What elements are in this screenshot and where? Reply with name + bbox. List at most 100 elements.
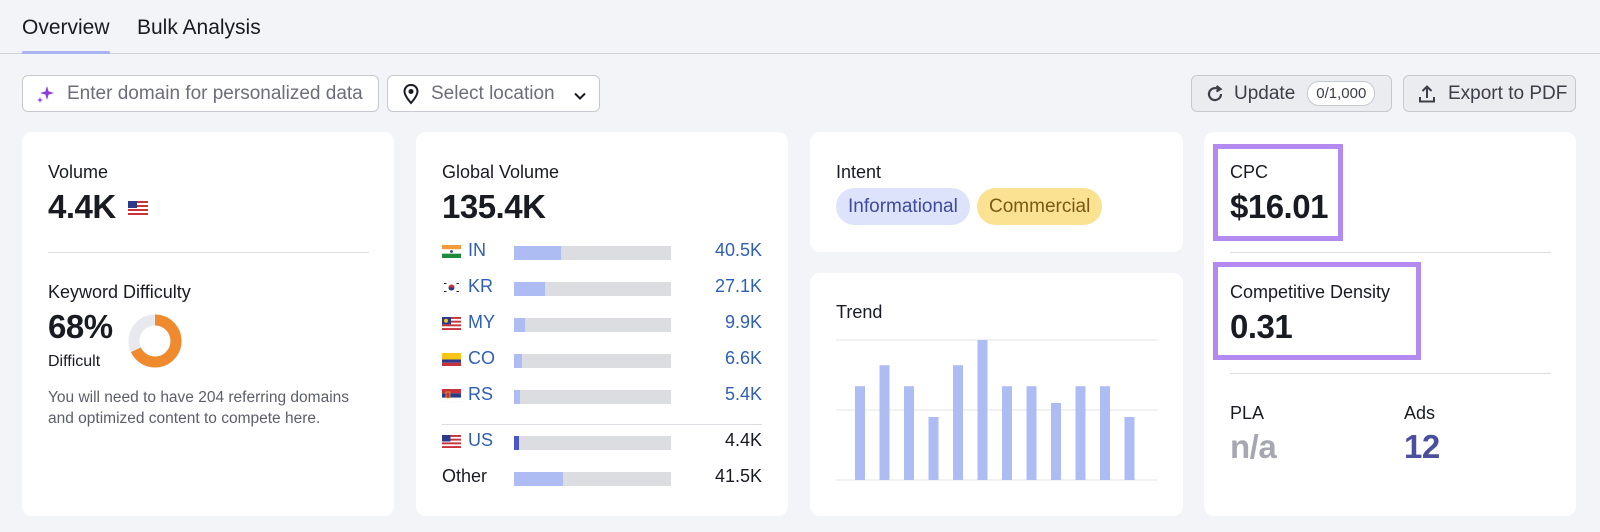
country-value: 40.5K [714, 240, 762, 260]
divider [1230, 252, 1551, 253]
chevron-down-icon [573, 87, 587, 101]
trend-card: Trend [810, 273, 1183, 516]
india-flag-icon [442, 245, 461, 258]
country-code: MY [468, 312, 495, 332]
volume-label: Volume [48, 162, 109, 182]
country-value: 9.9K [724, 312, 762, 332]
country-bar [514, 318, 671, 332]
cpc-highlight-box [1213, 144, 1343, 241]
update-button-label: Update [1234, 82, 1296, 104]
difficulty-donut-chart [128, 314, 182, 368]
volume-value: 4.4K [48, 188, 116, 225]
country-value: 27.1K [714, 276, 762, 296]
country-row-other: Other 41.5K [442, 466, 762, 488]
country-bar-fill [514, 282, 546, 296]
upload-icon [1416, 83, 1438, 105]
sparkle-icon [35, 83, 57, 105]
country-bar-fill [514, 436, 519, 450]
export-pdf-label: Export to PDF [1448, 82, 1568, 104]
country-bar [514, 436, 671, 450]
trend-bar [977, 340, 988, 480]
country-bar [514, 282, 671, 296]
country-value: 41.5K [714, 466, 762, 486]
volume-difficulty-card: Volume 4.4K Keyword Difficulty 68% Diffi… [22, 132, 394, 516]
malaysia-flag-icon [442, 317, 461, 330]
intent-tag-informational[interactable]: Informational [836, 188, 970, 225]
trend-bar [855, 386, 865, 480]
competitive-density-highlight-box [1213, 262, 1421, 360]
trend-label: Trend [836, 302, 883, 322]
export-pdf-button[interactable]: Export to PDF [1403, 75, 1576, 112]
us-flag-icon [442, 435, 461, 448]
update-counter-badge: 0/1,000 [1307, 81, 1376, 106]
country-value: 6.6K [724, 348, 762, 368]
country-bar-fill [514, 472, 563, 486]
colombia-flag-icon [442, 353, 461, 366]
country-bar [514, 246, 671, 260]
refresh-icon [1204, 83, 1226, 105]
difficulty-description: You will need to have 204 referring doma… [48, 389, 350, 427]
difficulty-level: Difficult [48, 353, 101, 370]
tab-bulk-analysis[interactable]: Bulk Analysis [137, 14, 261, 54]
country-bar [514, 390, 671, 404]
cpc-card: CPC $16.01 Competitive Density 0.31 PLA … [1204, 132, 1576, 516]
trend-bar [1124, 417, 1135, 480]
tab-bar: Overview Bulk Analysis [0, 0, 1600, 54]
country-bar-fill [514, 318, 525, 332]
divider [1230, 373, 1551, 374]
keyword-difficulty-value: 68% [48, 308, 113, 345]
location-select[interactable]: Select location [387, 75, 600, 112]
trend-bar [953, 365, 963, 480]
country-bar [514, 472, 671, 486]
divider [442, 424, 762, 425]
country-code: RS [468, 384, 494, 404]
us-flag-icon [128, 201, 148, 215]
country-row-my[interactable]: MY 9.9K [442, 312, 762, 334]
intent-card: Intent Informational Commercial [810, 132, 1183, 252]
country-code: CO [468, 348, 495, 368]
pla-label: PLA [1230, 403, 1265, 423]
country-row-in[interactable]: IN 40.5K [442, 240, 762, 262]
global-volume-value: 135.4K [442, 188, 546, 225]
south-korea-flag-icon [441, 280, 462, 295]
country-value: 5.4K [724, 384, 762, 404]
country-row-co[interactable]: CO 6.6K [442, 348, 762, 370]
trend-bar-chart [836, 339, 1158, 481]
intent-tag-commercial[interactable]: Commercial [977, 188, 1103, 225]
pla-value: n/a [1230, 428, 1277, 465]
domain-input-placeholder: Enter domain for personalized data [67, 82, 363, 104]
trend-bar [1075, 386, 1086, 480]
country-bar-fill [514, 390, 521, 404]
country-bar-fill [514, 246, 562, 260]
ads-value[interactable]: 12 [1404, 428, 1440, 466]
global-volume-card: Global Volume 135.4K IN 40.5K KR 27.1K M… [416, 132, 788, 516]
intent-label: Intent [836, 162, 882, 182]
country-code: US [468, 430, 494, 450]
location-pin-icon [400, 83, 422, 105]
trend-bar [904, 386, 914, 480]
trend-bar [879, 365, 890, 480]
trend-bar [1002, 386, 1012, 480]
divider [48, 252, 369, 253]
country-row-rs[interactable]: RS 5.4K [441, 384, 762, 406]
location-select-placeholder: Select location [431, 82, 555, 104]
serbia-flag-icon [441, 389, 462, 403]
update-button[interactable]: Update 0/1,000 [1191, 75, 1392, 112]
country-row-kr[interactable]: KR 27.1K [441, 276, 762, 298]
country-bar-fill [514, 354, 522, 368]
domain-input[interactable]: Enter domain for personalized data [22, 75, 379, 112]
trend-bar [1026, 386, 1037, 480]
keyword-difficulty-label: Keyword Difficulty [48, 282, 191, 302]
global-volume-label: Global Volume [442, 162, 560, 182]
country-row-us[interactable]: US 4.4K [442, 430, 762, 452]
country-code: IN [468, 240, 486, 260]
ads-label: Ads [1404, 403, 1436, 423]
trend-bar [928, 417, 939, 480]
country-value: 4.4K [724, 430, 762, 450]
country-bar [514, 354, 671, 368]
country-code: KR [468, 276, 494, 296]
other-label: Other [442, 466, 488, 486]
trend-bar [1051, 403, 1061, 480]
trend-bar [1100, 386, 1110, 480]
tab-overview[interactable]: Overview [22, 14, 110, 54]
